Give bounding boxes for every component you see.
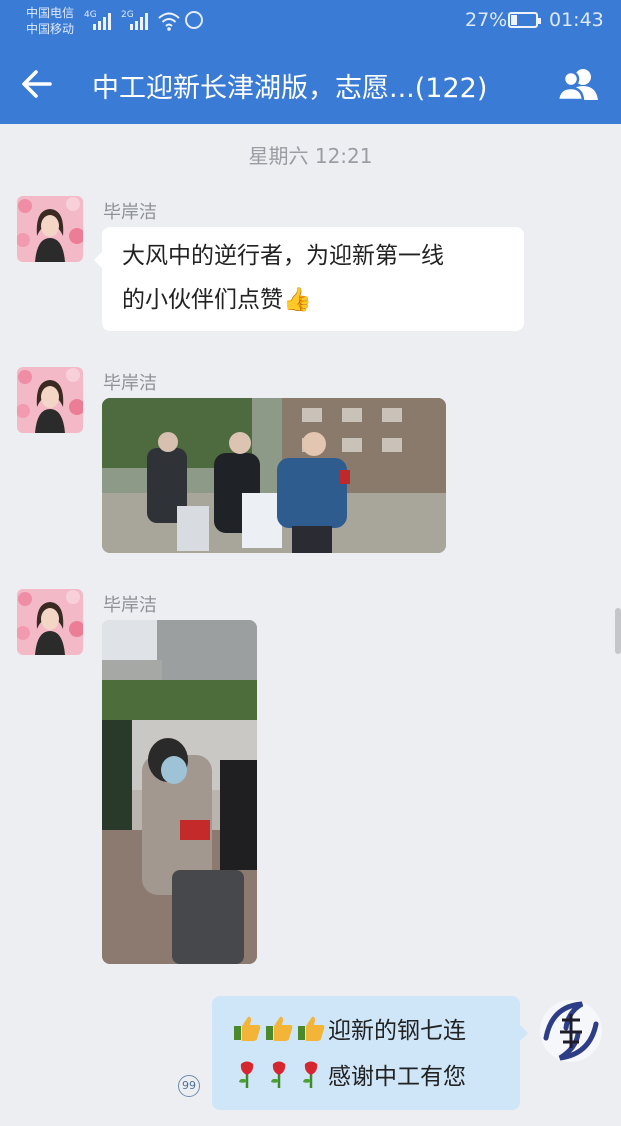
carrier-labels: 中国电信 中国移动 — [26, 5, 74, 37]
read-count-badge[interactable]: 99 — [178, 1075, 200, 1097]
battery-percent: 27% — [465, 9, 508, 31]
chat-title: 中工迎新长津湖版，志愿...(122) — [92, 73, 488, 104]
message-line: 的小伙伴们点赞👍 — [122, 287, 312, 313]
chat-timestamp: 星期六 12:21 — [248, 144, 373, 168]
thumbs-up-icon — [298, 1016, 325, 1041]
thumbs-up-icon — [266, 1016, 293, 1041]
clock: 01:43 — [549, 9, 604, 31]
outgoing-message-bubble[interactable]: 迎新的钢七连 感谢中工有您 — [212, 996, 528, 1110]
outgoing-text-line-2: 感谢中工有您 — [328, 1064, 466, 1090]
signal-bars-icon — [130, 12, 152, 30]
avatar[interactable] — [17, 367, 83, 433]
photo-volunteers — [102, 398, 446, 553]
outgoing-text-line-1: 迎新的钢七连 — [328, 1018, 466, 1044]
photo-volunteer — [102, 620, 257, 964]
thumbs-up-icon — [234, 1016, 261, 1041]
rose-icon — [271, 1061, 286, 1088]
avatar[interactable] — [17, 589, 83, 655]
carrier-2: 中国移动 — [26, 22, 75, 36]
battery-level — [511, 15, 517, 25]
message-bubble[interactable]: 大风中的逆行者，为迎新第一线 的小伙伴们点赞👍 — [94, 227, 524, 331]
outgoing-line-2: 感谢中工有您 — [232, 1054, 500, 1100]
message-line: 大风中的逆行者，为迎新第一线 — [122, 243, 444, 269]
carrier-1: 中国电信 — [26, 6, 75, 20]
signal-bars-icon — [93, 12, 115, 30]
status-bar: 中国电信 中国移动 4G 2G 27% 01:43 — [0, 0, 621, 44]
scrollbar-thumb[interactable] — [615, 608, 621, 654]
my-avatar[interactable] — [538, 998, 604, 1064]
rose-icon — [239, 1061, 254, 1088]
chat-header: 中工迎新长津湖版，志愿...(122) — [0, 44, 621, 124]
group-members-icon[interactable] — [556, 66, 602, 102]
avatar[interactable] — [17, 196, 83, 262]
image-message[interactable] — [102, 620, 257, 964]
outgoing-line-1: 迎新的钢七连 — [232, 1008, 500, 1054]
arrow-left-icon[interactable] — [20, 68, 56, 100]
rose-icon — [303, 1061, 318, 1088]
sender-name: 毕岸洁 — [103, 202, 157, 223]
battery-icon — [508, 12, 541, 28]
sender-name: 毕岸洁 — [103, 373, 157, 394]
sync-icon — [185, 11, 203, 29]
image-message[interactable] — [102, 398, 446, 553]
sender-name: 毕岸洁 — [103, 595, 157, 616]
wifi-icon — [158, 12, 180, 31]
